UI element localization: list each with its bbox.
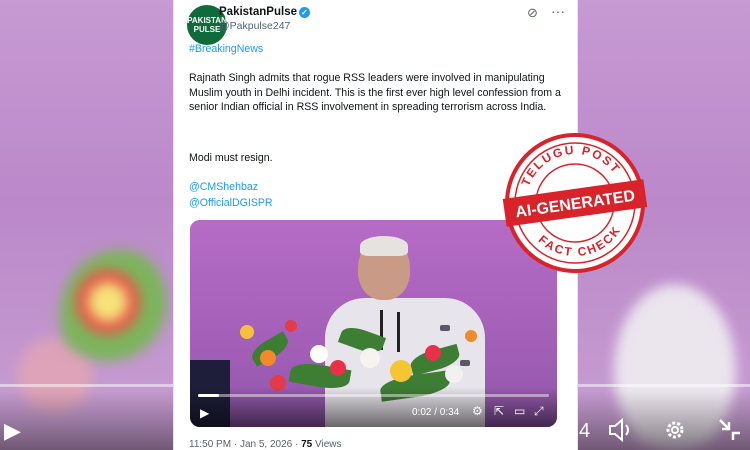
play-icon[interactable]: ▶ [200, 406, 209, 420]
background-flowers [60, 250, 180, 380]
background-exit-fullscreen-icon[interactable] [716, 416, 744, 450]
hashtag-link[interactable]: #BreakingNews [189, 42, 569, 57]
more-options-icon[interactable]: ··· [551, 3, 565, 19]
pip-icon[interactable]: ▭ [514, 404, 525, 418]
verified-badge-icon: ✓ [298, 7, 310, 18]
tweet-body: Rajnath Singh admits that rogue RSS lead… [189, 72, 561, 113]
views-count: 75 [301, 439, 313, 450]
speaker-hair [360, 236, 408, 256]
timestamp[interactable]: 11:50 PM · Jan 5, 2026 · [189, 439, 301, 450]
tweet-meta: 11:50 PM · Jan 5, 2026 · 75 Views [189, 439, 342, 450]
exit-fullscreen-icon[interactable]: ⇱ [494, 404, 504, 418]
settings-gear-icon[interactable]: ⚙ [472, 404, 483, 418]
grok-icon[interactable]: ⊘ [527, 5, 538, 21]
video-time: 0:02 / 0:34 [412, 407, 460, 418]
video-progress-fill [198, 394, 220, 397]
views-label: Views [312, 439, 342, 450]
background-time-fragment: 4 [579, 420, 591, 442]
background-settings-gear-icon[interactable] [662, 417, 688, 449]
user-handle[interactable]: @Pakpulse247 [219, 20, 290, 32]
fact-check-stamp: TELUGU POST FACT CHECK AI-GENERATED [495, 123, 655, 283]
display-name-text: PakistanPulse [219, 6, 297, 18]
display-name[interactable]: PakistanPulse ✓ [219, 6, 310, 18]
background-play-icon[interactable]: ▶ [4, 418, 21, 444]
video-player[interactable]: ▶ 0:02 / 0:34 ⚙ ⇱ ▭ ⤢ [190, 220, 557, 427]
background-volume-icon[interactable] [607, 417, 635, 449]
video-progress-bar[interactable] [198, 394, 549, 397]
expand-icon[interactable]: ⤢ [534, 404, 544, 419]
